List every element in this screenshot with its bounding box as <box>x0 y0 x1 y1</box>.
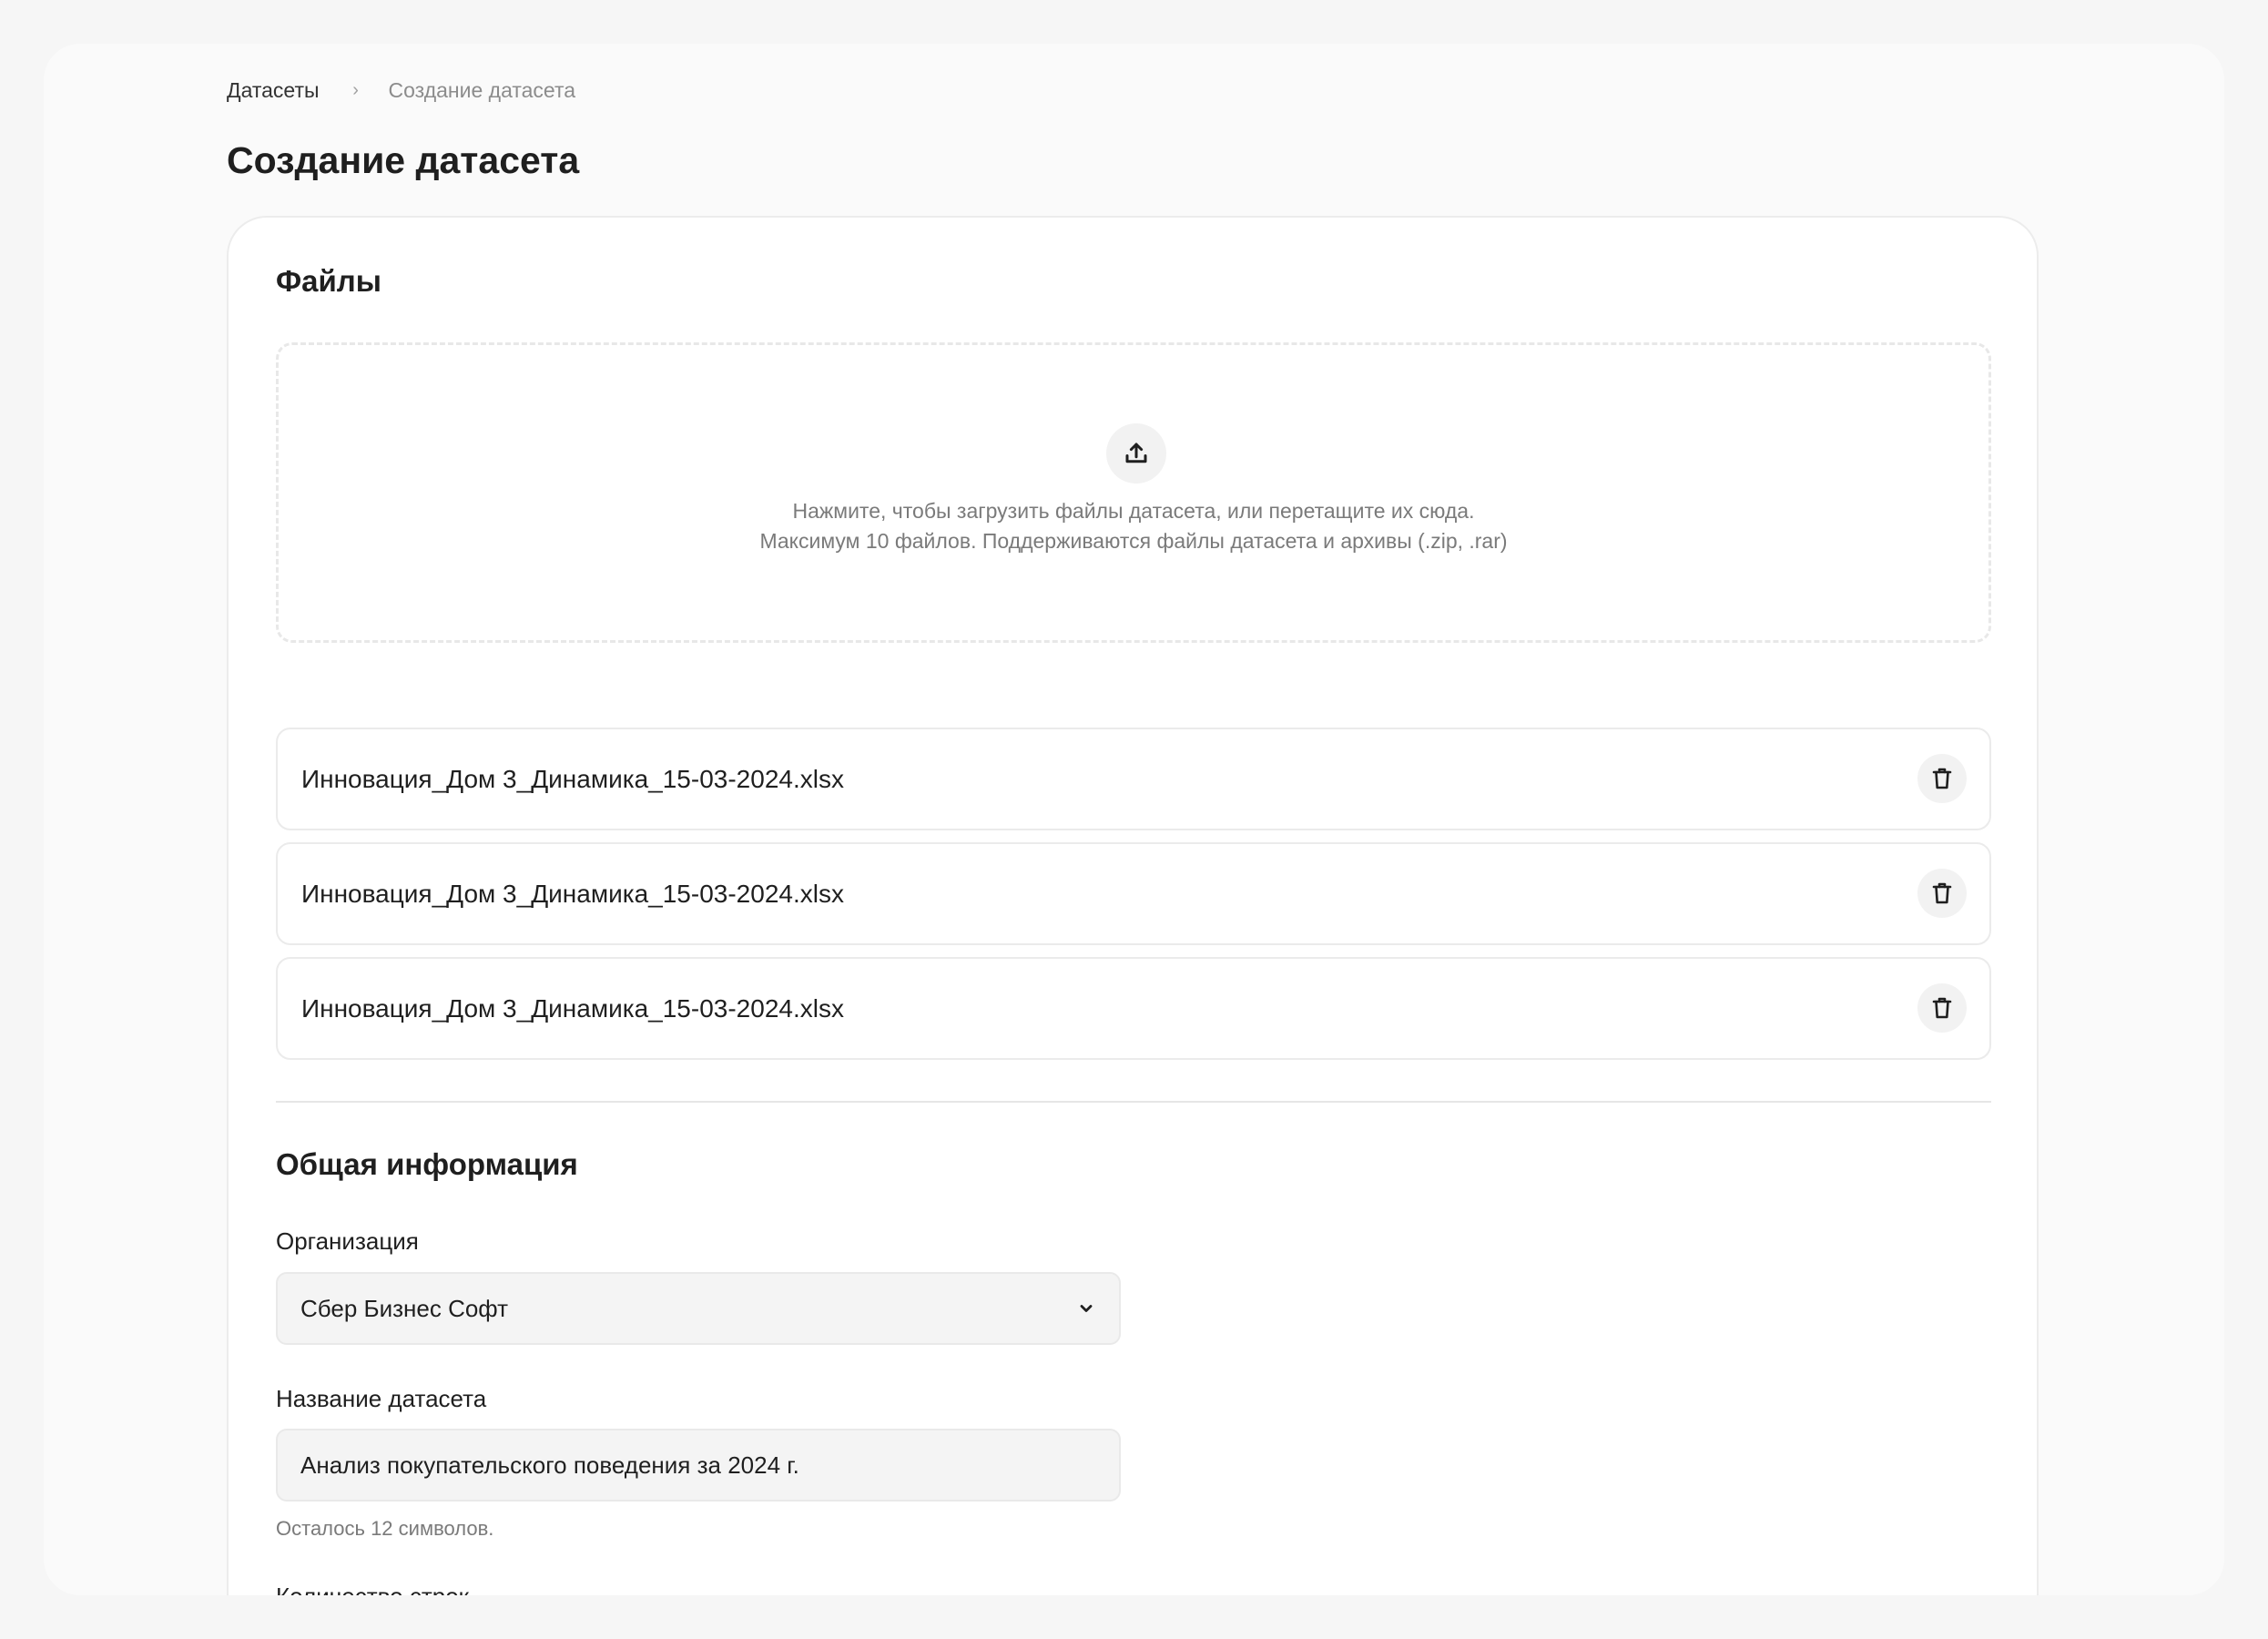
upload-icon[interactable] <box>1106 423 1166 484</box>
dataset-name-char-counter: Осталось 12 символов. <box>276 1517 494 1540</box>
dataset-name-input[interactable]: Анализ покупательского поведения за 2024… <box>276 1429 1121 1502</box>
file-dropzone[interactable]: Нажмите, чтобы загрузить файлы датасета,… <box>276 342 1991 643</box>
dataset-name-label: Название датасета <box>276 1385 487 1412</box>
device-frame: Датасеты › Создание датасета Создание да… <box>0 0 2268 1639</box>
page-title: Создание датасета <box>227 139 580 181</box>
trash-icon[interactable] <box>1917 754 1967 803</box>
breadcrumb-current: Создание датасета <box>388 77 576 102</box>
file-item: Инновация_Дом 3_Динамика_15-03-2024.xlsx <box>276 842 1991 945</box>
file-name: Инновация_Дом 3_Динамика_15-03-2024.xlsx <box>301 880 844 908</box>
chevron-down-icon <box>1077 1299 1095 1318</box>
breadcrumb-separator-icon: › <box>352 79 359 100</box>
organization-select-value: Сбер Бизнес Софт <box>300 1295 509 1322</box>
file-name: Инновация_Дом 3_Динамика_15-03-2024.xlsx <box>301 994 844 1023</box>
general-info-section-title: Общая информация <box>276 1147 578 1181</box>
trash-icon[interactable] <box>1917 983 1967 1033</box>
create-dataset-form-card: Файлы Нажмите, чтобы загрузить файлы дат… <box>227 216 2039 1595</box>
dropzone-instruction: Нажмите, чтобы загрузить файлы датасета,… <box>792 499 1475 523</box>
dropzone-limits: Максимум 10 файлов. Поддерживаются файлы… <box>759 529 1508 553</box>
files-section-title: Файлы <box>276 264 381 298</box>
trash-icon[interactable] <box>1917 869 1967 918</box>
breadcrumb: Датасеты › Создание датасета <box>227 76 575 104</box>
organization-select[interactable]: Сбер Бизнес Софт <box>276 1272 1121 1345</box>
app-screen: Датасеты › Создание датасета Создание да… <box>44 44 2224 1595</box>
row-count-label: Количество строк <box>276 1581 469 1595</box>
organization-label: Организация <box>276 1227 419 1255</box>
breadcrumb-datasets-link[interactable]: Датасеты <box>227 78 320 103</box>
file-item: Инновация_Дом 3_Динамика_15-03-2024.xlsx <box>276 957 1991 1060</box>
dataset-name-input-value: Анализ покупательского поведения за 2024… <box>300 1451 799 1479</box>
file-item: Инновация_Дом 3_Динамика_15-03-2024.xlsx <box>276 728 1991 830</box>
section-divider <box>276 1101 1991 1103</box>
file-name: Инновация_Дом 3_Динамика_15-03-2024.xlsx <box>301 765 844 793</box>
